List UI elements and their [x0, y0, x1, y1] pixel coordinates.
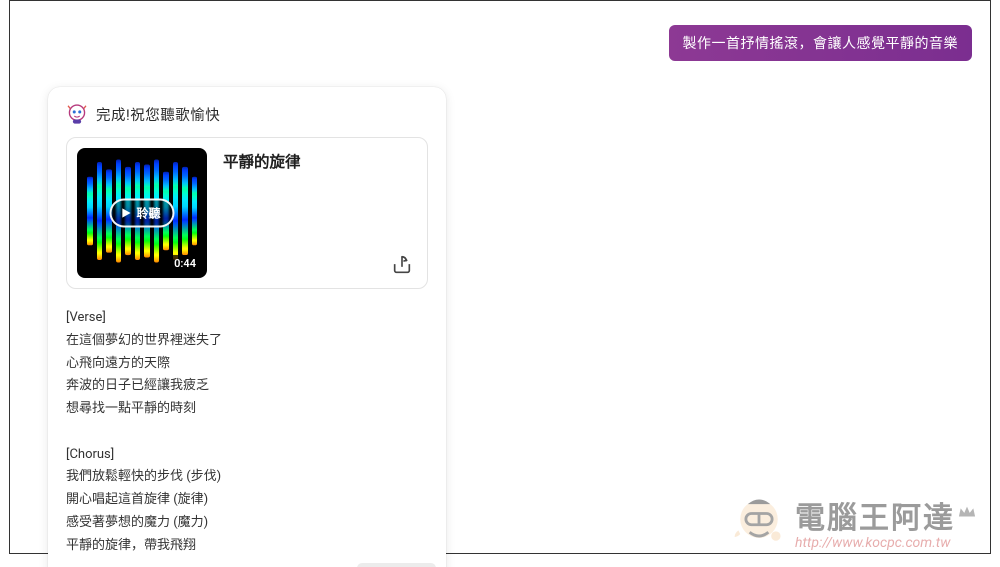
share-icon: [391, 254, 413, 276]
song-title: 平靜的旋律: [223, 148, 301, 278]
play-label: 聆聽: [137, 205, 161, 222]
crown-icon: [958, 505, 976, 519]
watermark-url: http://www.kocpc.com.tw: [795, 536, 976, 551]
share-button[interactable]: [389, 252, 415, 278]
assistant-header-text: 完成!祝您聽歌愉快: [96, 104, 220, 125]
assistant-response-card: 完成!祝您聽歌愉快 聆聽 0:44 平靜的旋律: [48, 87, 446, 567]
user-message-bubble: 製作一首抒情搖滾，會讓人感覺平靜的音樂: [669, 25, 973, 61]
play-icon: [121, 208, 132, 219]
assistant-icon: [66, 103, 88, 125]
song-card: 聆聽 0:44 平靜的旋律: [66, 137, 428, 289]
watermark: 電腦王阿達 http://www.kocpc.com.tw: [729, 491, 976, 551]
assistant-header: 完成!祝您聽歌愉快: [66, 103, 428, 125]
watermark-title: 電腦王阿達: [795, 503, 955, 535]
provider-badge: 由 Suno 提供: [357, 563, 436, 567]
lyrics-block: [Verse] 在這個夢幻的世界裡迷失了 心飛向遠方的天際 奔波的日子已經讓我疲…: [66, 307, 428, 557]
watermark-mascot-icon: [729, 491, 789, 551]
chat-frame: 製作一首抒情搖滾，會讓人感覺平靜的音樂 完成!祝您聽歌愉快: [9, 0, 991, 554]
user-message-text: 製作一首抒情搖滾，會讓人感覺平靜的音樂: [683, 36, 959, 52]
duration-badge: 0:44: [169, 255, 201, 272]
play-button[interactable]: 聆聽: [110, 199, 175, 228]
album-art[interactable]: 聆聽 0:44: [77, 148, 207, 278]
